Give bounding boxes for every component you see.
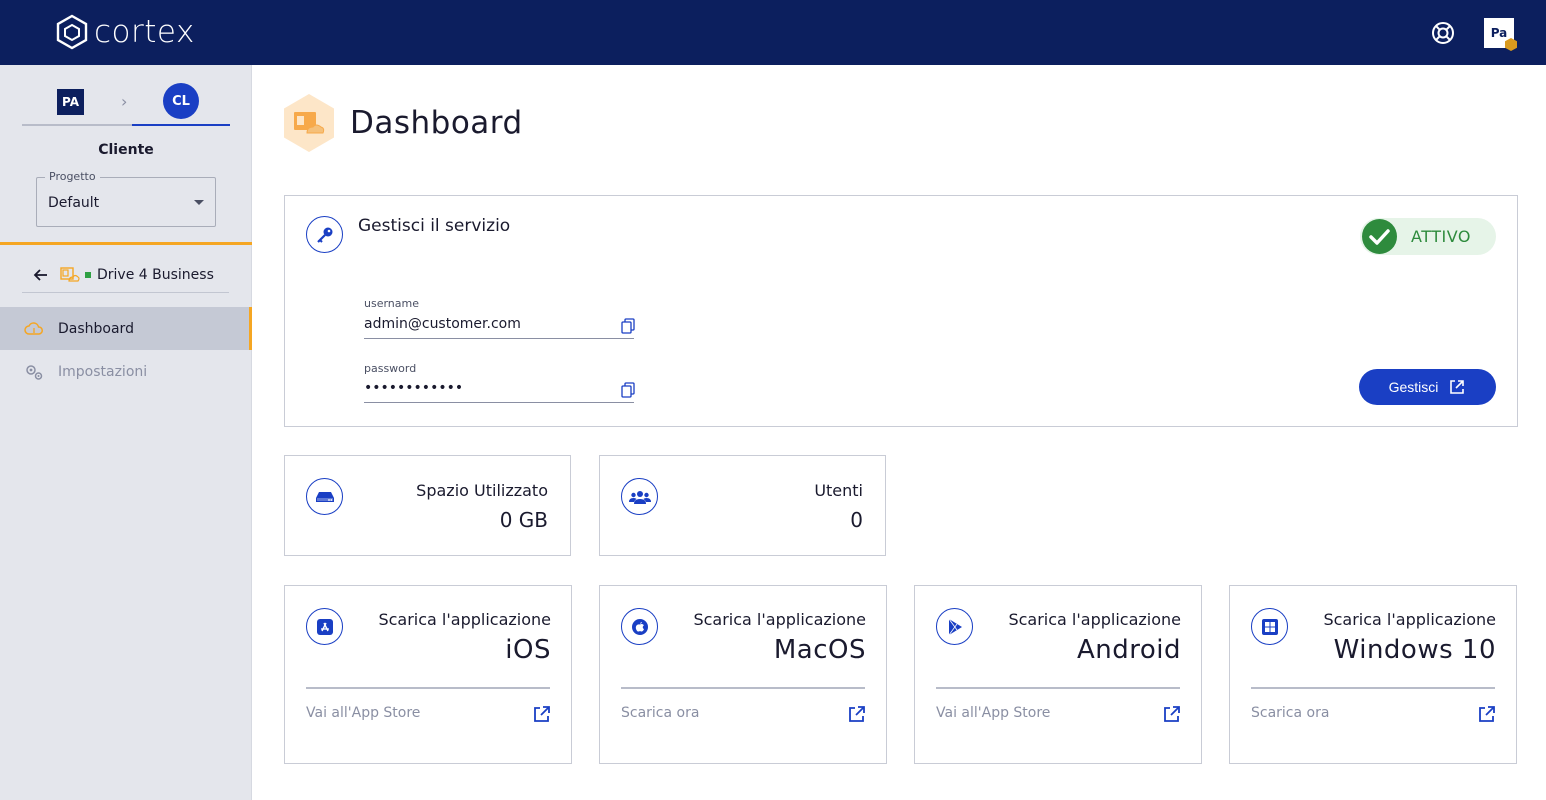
username-label: username bbox=[364, 297, 419, 310]
app-caption: Scarica l'applicazione bbox=[1323, 610, 1496, 629]
macos-app-card: Scarica l'applicazione MacOS Scarica ora bbox=[599, 585, 887, 764]
product-header: Drive 4 Business bbox=[22, 258, 229, 293]
app-platform: iOS bbox=[505, 635, 551, 665]
manage-button-label: Gestisci bbox=[1388, 379, 1439, 395]
service-card: Gestisci il servizio ATTIVO username adm… bbox=[284, 195, 1518, 427]
key-icon bbox=[316, 227, 332, 243]
storage-icon bbox=[315, 491, 334, 502]
top-bar: cortex Pa bbox=[0, 0, 1546, 65]
app-card-divider bbox=[621, 687, 865, 689]
project-select-value: Default bbox=[48, 195, 100, 211]
storage-icon-wrap bbox=[306, 478, 343, 515]
status-text: ATTIVO bbox=[1411, 227, 1471, 246]
cortex-logo[interactable]: cortex bbox=[55, 14, 195, 50]
storage-stat-card: Spazio Utilizzato 0 GB bbox=[284, 455, 571, 556]
app-caption: Scarica l'applicazione bbox=[378, 610, 551, 629]
username-field[interactable]: admin@customer.com bbox=[364, 316, 634, 339]
stat-value: 0 GB bbox=[499, 508, 548, 532]
external-link-icon[interactable] bbox=[533, 705, 551, 723]
project-select[interactable]: Progetto Default bbox=[36, 170, 216, 227]
product-name: Drive 4 Business bbox=[97, 267, 214, 283]
password-field[interactable]: •••••••••••• bbox=[364, 380, 634, 403]
app-name: cortex bbox=[94, 14, 195, 50]
copy-username-icon[interactable] bbox=[621, 318, 635, 334]
project-select-label: Progetto bbox=[45, 170, 100, 183]
page-title: Dashboard bbox=[350, 105, 523, 141]
cloud-icon bbox=[24, 321, 43, 335]
user-badge[interactable]: Pa bbox=[1484, 18, 1517, 51]
arrow-left-icon[interactable] bbox=[32, 266, 50, 284]
stat-label: Spazio Utilizzato bbox=[416, 481, 548, 500]
check-circle-icon bbox=[1362, 219, 1397, 254]
app-platform: Windows 10 bbox=[1333, 635, 1496, 665]
users-icon-wrap bbox=[621, 478, 658, 515]
drive-product-icon bbox=[60, 267, 80, 282]
sidebar: PA › CL Cliente Progetto Default Drive 4… bbox=[0, 65, 252, 800]
stat-label: Utenti bbox=[814, 481, 863, 500]
apple-icon-wrap bbox=[621, 608, 658, 645]
play-store-icon bbox=[948, 618, 962, 635]
external-link-icon[interactable] bbox=[1163, 705, 1181, 723]
sidebar-item-settings[interactable]: Impostazioni bbox=[0, 350, 252, 393]
ios-app-card: Scarica l'applicazione iOS Vai all'App S… bbox=[284, 585, 572, 764]
windows-app-card: Scarica l'applicazione Windows 10 Scaric… bbox=[1229, 585, 1517, 764]
apple-icon bbox=[631, 618, 648, 635]
app-card-divider bbox=[1251, 687, 1495, 689]
cortex-logo-icon bbox=[56, 14, 88, 50]
app-card-divider bbox=[936, 687, 1180, 689]
external-link-icon[interactable] bbox=[848, 705, 866, 723]
external-link-icon bbox=[1450, 380, 1465, 394]
windows-icon-wrap bbox=[1251, 608, 1288, 645]
page-header: Dashboard bbox=[283, 93, 523, 153]
crumb-active-underline bbox=[132, 124, 230, 126]
app-store-link[interactable]: Vai all'App Store bbox=[306, 705, 420, 721]
users-icon bbox=[628, 490, 651, 504]
password-label: password bbox=[364, 362, 417, 375]
app-store-icon bbox=[316, 618, 333, 635]
play-store-icon-wrap bbox=[936, 608, 973, 645]
crumb-divider bbox=[22, 124, 132, 126]
chevron-right-icon: › bbox=[121, 92, 128, 111]
android-app-card: Scarica l'applicazione Android Vai all'A… bbox=[914, 585, 1202, 764]
app-store-icon-wrap bbox=[306, 608, 343, 645]
app-card-divider bbox=[306, 687, 550, 689]
help-lifebuoy-icon[interactable] bbox=[1430, 20, 1456, 46]
service-title: Gestisci il servizio bbox=[358, 216, 511, 236]
download-link[interactable]: Scarica ora bbox=[1251, 705, 1329, 721]
partner-crumb[interactable]: PA bbox=[57, 89, 84, 115]
app-platform: Android bbox=[1076, 635, 1181, 665]
key-icon-wrap bbox=[306, 216, 343, 253]
download-link[interactable]: Scarica ora bbox=[621, 705, 699, 721]
sidebar-item-label: Impostazioni bbox=[58, 363, 148, 380]
client-label: Cliente bbox=[98, 142, 154, 158]
context-breadcrumb: PA › CL bbox=[22, 83, 230, 128]
sidebar-item-dashboard[interactable]: Dashboard bbox=[0, 307, 252, 350]
external-link-icon[interactable] bbox=[1478, 705, 1496, 723]
client-crumb[interactable]: CL bbox=[163, 83, 199, 119]
stat-value: 0 bbox=[850, 508, 863, 532]
app-caption: Scarica l'applicazione bbox=[1008, 610, 1181, 629]
partner-hex-icon bbox=[1505, 38, 1517, 51]
status-badge: ATTIVO bbox=[1360, 218, 1496, 255]
app-platform: MacOS bbox=[773, 635, 866, 665]
users-stat-card: Utenti 0 bbox=[599, 455, 886, 556]
gears-icon bbox=[26, 364, 43, 380]
app-store-link[interactable]: Vai all'App Store bbox=[936, 705, 1050, 721]
section-accent-line bbox=[0, 242, 252, 245]
sidebar-item-label: Dashboard bbox=[58, 320, 134, 337]
copy-password-icon[interactable] bbox=[621, 382, 635, 398]
windows-icon bbox=[1261, 618, 1278, 635]
dashboard-hex-icon bbox=[284, 94, 334, 152]
app-caption: Scarica l'applicazione bbox=[693, 610, 866, 629]
manage-button[interactable]: Gestisci bbox=[1359, 369, 1496, 405]
caret-down-icon bbox=[194, 200, 204, 205]
product-status-dot bbox=[85, 272, 91, 278]
